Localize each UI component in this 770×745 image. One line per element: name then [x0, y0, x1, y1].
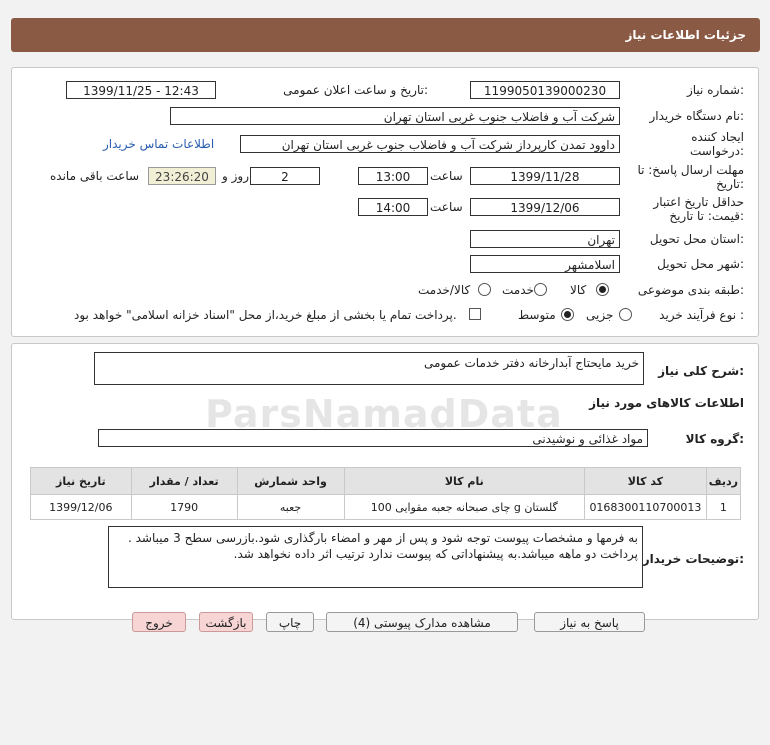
page-title: جزئیات اطلاعات نیاز	[625, 28, 746, 42]
process-option-medium: متوسط	[518, 308, 556, 322]
reply-date-field: 1399/11/28	[470, 167, 620, 185]
goods-table: تاریخ نیاز تعداد / مقدار واحد شمارش نام …	[30, 467, 742, 520]
days-remaining-field: 2	[250, 167, 320, 185]
price-time-label: ساعت	[430, 200, 463, 214]
buyer-notes-label: توضیحات خریدار:	[642, 552, 744, 566]
cell-item-name: چای صبحانه جعبه مقوایی 100 g گلستان	[343, 494, 586, 520]
view-attachments-button[interactable]: مشاهده مدارک پیوستی (4)	[326, 612, 518, 632]
price-time-field: 14:00	[358, 198, 428, 216]
reply-time-label: ساعت	[430, 169, 463, 183]
print-button[interactable]: چاپ	[266, 612, 314, 632]
need-info-panel: شماره نیاز: 1199050139000230 تاریخ و ساع…	[11, 67, 759, 337]
treasury-payment-checkbox[interactable]	[469, 308, 481, 320]
need-number-field: 1199050139000230	[470, 81, 620, 99]
back-button[interactable]: بازگشت	[199, 612, 253, 632]
cell-row: 1	[705, 494, 742, 520]
treasury-payment-note: پرداخت تمام یا بخشی از مبلغ خرید،از محل …	[74, 308, 457, 322]
col-row: ردیف	[705, 467, 742, 495]
process-radio-medium[interactable]	[561, 308, 574, 321]
remaining-label: ساعت باقی مانده	[50, 169, 140, 183]
need-desc-label: شرح کلی نیاز:	[658, 364, 744, 378]
province-field: تهران	[470, 230, 620, 248]
announce-label: تاریخ و ساعت اعلان عمومی:	[283, 83, 428, 97]
process-label: نوع فرآیند خرید :	[659, 308, 744, 322]
remaining-timer: 23:26:20	[148, 167, 216, 185]
price-validity-label: حداقل تاریخ اعتبار قیمت: تا تاریخ:	[653, 195, 744, 223]
buyer-notes-field: به فرمها و مشخصات پیوست توجه شود و پس از…	[108, 526, 643, 588]
category-radio-goods[interactable]	[596, 283, 609, 296]
creator-label: ایجاد کننده درخواست:	[690, 130, 744, 158]
category-option-service: خدمت	[502, 283, 534, 297]
category-label: طبقه بندی موضوعی:	[637, 283, 744, 297]
process-radio-minor[interactable]	[619, 308, 632, 321]
buyer-contact-link[interactable]: اطلاعات تماس خریدار	[103, 137, 214, 151]
cell-unit: جعبه	[236, 494, 345, 520]
province-label: استان محل تحویل:	[649, 232, 744, 246]
col-item-name: نام کالا	[343, 467, 586, 495]
watermark: ParsNamadData	[205, 392, 563, 436]
buyer-org-label: نام دستگاه خریدار:	[649, 109, 745, 123]
announce-field: 1399/11/25 - 12:43	[66, 81, 216, 99]
days-label: روز و	[222, 169, 249, 183]
category-radio-goods-service[interactable]	[478, 283, 491, 296]
table-row: 1399/12/06 1790 جعبه چای صبحانه جعبه مقو…	[30, 494, 742, 520]
col-need-date: تاریخ نیاز	[30, 467, 132, 495]
process-option-minor: جزیی	[586, 308, 614, 322]
need-desc-field: خرید مایحتاج آبدارخانه دفتر خدمات عمومی	[94, 352, 644, 385]
reply-button[interactable]: پاسخ به نیاز	[534, 612, 645, 632]
city-field: اسلامشهر	[470, 255, 620, 273]
goods-table-header: تاریخ نیاز تعداد / مقدار واحد شمارش نام …	[30, 467, 742, 495]
cell-need-date: 1399/12/06	[30, 494, 132, 520]
buyer-org-field: شرکت آب و فاضلاب جنوب غربی استان تهران	[170, 107, 620, 125]
page-header: جزئیات اطلاعات نیاز	[11, 18, 760, 52]
col-quantity: تعداد / مقدار	[130, 467, 238, 495]
price-date-field: 1399/12/06	[470, 198, 620, 216]
col-unit: واحد شمارش	[236, 467, 345, 495]
creator-field: داوود تمدن کارپرداز شرکت آب و فاضلاب جنو…	[240, 135, 620, 153]
goods-group-label: گروه کالا:	[685, 432, 744, 446]
need-details-panel: شرح کلی نیاز: خرید مایحتاج آبدارخانه دفت…	[11, 343, 759, 620]
goods-info-title: اطلاعات کالاهای مورد نیاز	[589, 396, 744, 410]
cell-quantity: 1790	[130, 494, 238, 520]
need-number-label: شماره نیاز:	[686, 83, 744, 97]
category-option-goods: کالا	[570, 283, 587, 297]
category-option-goods-service: کالا/خدمت	[418, 283, 471, 297]
cell-item-code: 0168300110700013	[584, 494, 707, 520]
exit-button[interactable]: خروج	[132, 612, 186, 632]
col-item-code: کد کالا	[584, 467, 707, 495]
category-radio-service[interactable]	[534, 283, 547, 296]
reply-time-field: 13:00	[358, 167, 428, 185]
reply-deadline-label: مهلت ارسال پاسخ: تا تاریخ:	[637, 163, 744, 191]
city-label: شهر محل تحویل:	[657, 257, 744, 271]
